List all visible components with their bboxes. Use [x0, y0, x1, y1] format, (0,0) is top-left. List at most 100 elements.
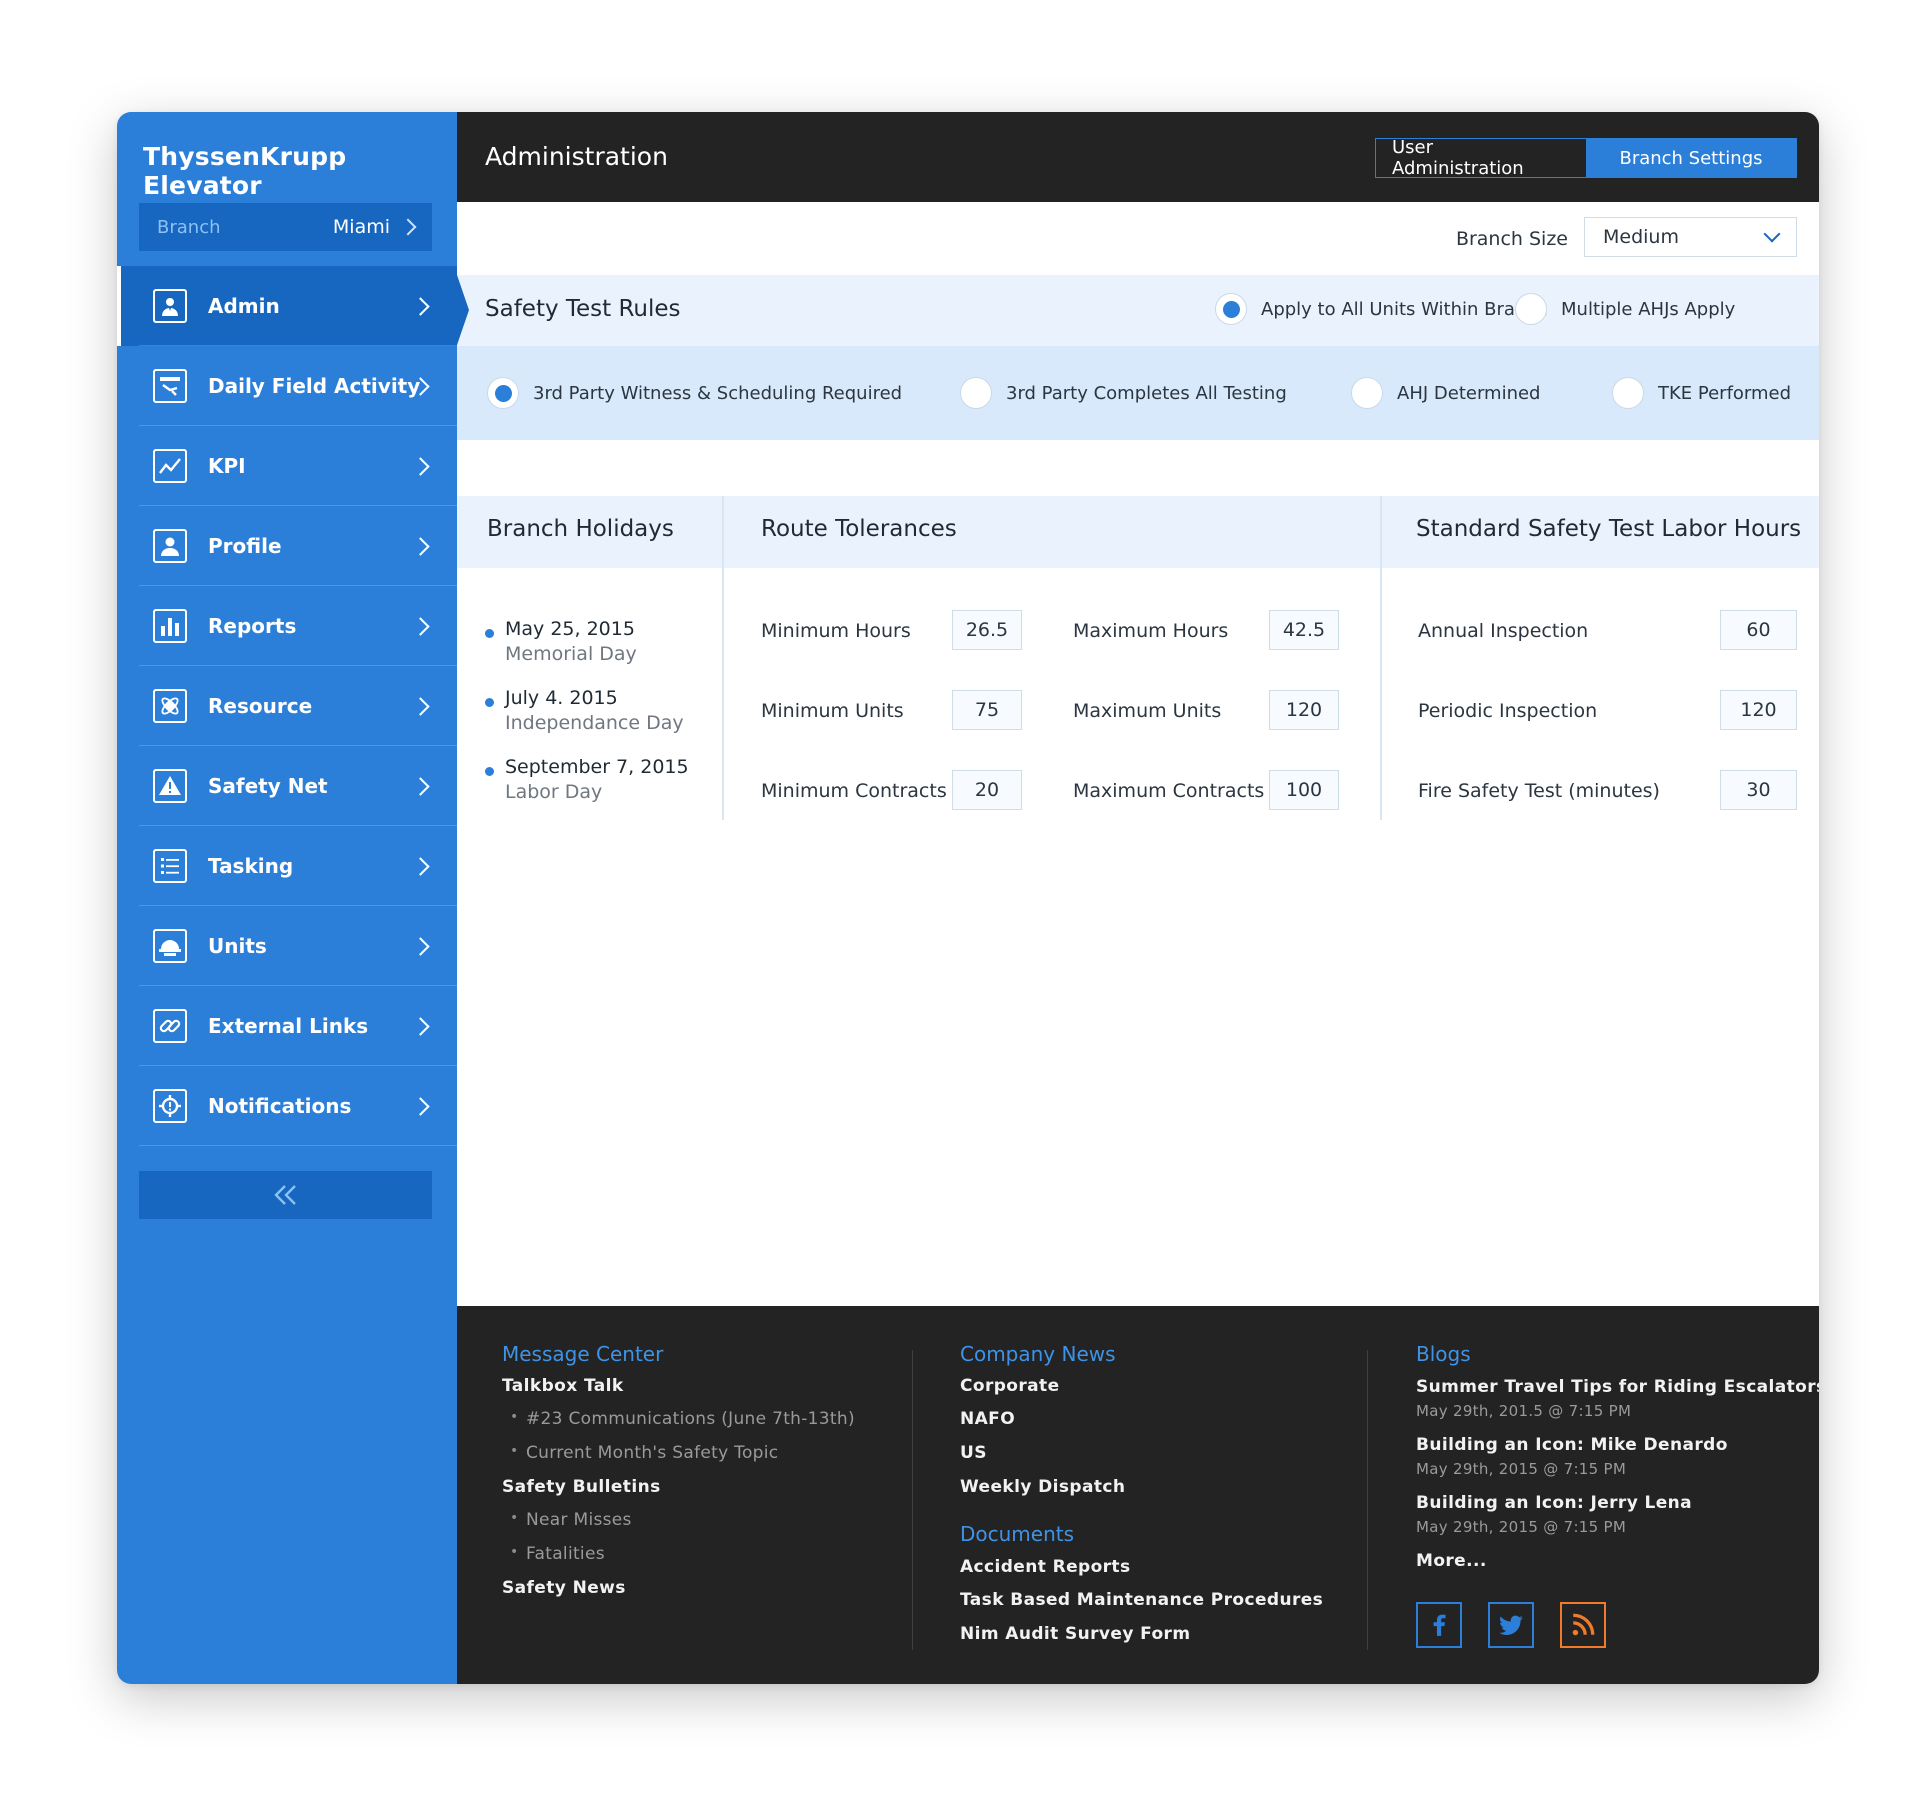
maximum-contracts-input[interactable]: 100 — [1269, 770, 1339, 810]
notification-gear-icon — [153, 1089, 187, 1123]
radio-3rd-party-witness[interactable]: 3rd Party Witness & Scheduling Required — [487, 377, 902, 409]
tab-user-administration[interactable]: User Administration — [1376, 137, 1586, 179]
maximum-contracts-label: Maximum Contracts — [1073, 780, 1265, 802]
sidebar-item-label: Tasking — [208, 854, 294, 878]
company-news-link[interactable]: NAFO — [960, 1409, 1015, 1429]
message-center-heading[interactable]: Message Center — [502, 1342, 663, 1366]
twitter-button[interactable] — [1488, 1602, 1534, 1648]
company-news-link[interactable]: Weekly Dispatch — [960, 1477, 1125, 1497]
app-window: ThyssenKrupp Elevator Branch Miami Admin… — [117, 112, 1819, 1684]
radio-multiple-ahjs[interactable]: Multiple AHJs Apply — [1515, 293, 1735, 325]
documents-heading[interactable]: Documents — [960, 1522, 1074, 1546]
blog-post-link[interactable]: Building an Icon: Jerry Lena — [1416, 1493, 1692, 1513]
radio-3rd-party-completes[interactable]: 3rd Party Completes All Testing — [960, 377, 1287, 409]
fire-safety-test-input[interactable]: 30 — [1720, 770, 1797, 810]
admin-icon — [153, 289, 187, 323]
company-news-link[interactable]: US — [960, 1443, 987, 1463]
sidebar-item-units[interactable]: Units — [117, 906, 457, 986]
bulletin-item-link[interactable]: Near Misses — [510, 1510, 632, 1530]
maximum-units-label: Maximum Units — [1073, 700, 1222, 722]
maximum-units-input[interactable]: 120 — [1269, 690, 1339, 730]
talkbox-item-link[interactable]: Current Month's Safety Topic — [510, 1443, 778, 1463]
blog-post-date: May 29th, 2015 @ 7:15 PM — [1416, 1460, 1627, 1478]
safety-test-rules-header: Safety Test Rules Apply to All Units Wit… — [457, 275, 1819, 346]
safety-test-rules-title: Safety Test Rules — [485, 296, 681, 322]
radio-ahj-determined[interactable]: AHJ Determined — [1351, 377, 1540, 409]
reports-bar-chart-icon — [153, 609, 187, 643]
sidebar-item-resource[interactable]: Resource — [117, 666, 457, 746]
collapse-sidebar-button[interactable] — [139, 1171, 432, 1219]
profile-icon — [153, 529, 187, 563]
sidebar-item-label: Profile — [208, 534, 282, 558]
sidebar-item-admin[interactable]: Admin — [117, 266, 457, 346]
sidebar-item-daily-field-activity[interactable]: Daily Field Activity — [117, 346, 457, 426]
branch-holidays-header: Branch Holidays — [457, 496, 722, 568]
radio-label: TKE Performed — [1658, 382, 1792, 404]
holiday-name: Memorial Day — [505, 643, 637, 665]
blogs-more-link[interactable]: More... — [1416, 1551, 1487, 1571]
branch-size-select[interactable]: Medium — [1584, 217, 1797, 257]
bullet — [485, 698, 494, 707]
route-tolerances-title: Route Tolerances — [761, 516, 957, 542]
rss-button[interactable] — [1560, 1602, 1606, 1648]
company-news-link[interactable]: Corporate — [960, 1376, 1060, 1396]
radio-circle — [1515, 293, 1547, 325]
radio-circle — [1351, 377, 1383, 409]
tab-branch-settings[interactable]: Branch Settings — [1586, 139, 1796, 177]
sidebar-item-reports[interactable]: Reports — [117, 586, 457, 666]
annual-inspection-input[interactable]: 60 — [1720, 610, 1797, 650]
blog-post-date: May 29th, 201.5 @ 7:15 PM — [1416, 1402, 1632, 1420]
radio-tke-performed[interactable]: TKE Performed — [1612, 377, 1791, 409]
chevron-right-icon — [399, 218, 417, 236]
minimum-units-input[interactable]: 75 — [952, 690, 1022, 730]
chevron-down-icon — [1763, 225, 1781, 243]
sidebar-item-label: Reports — [208, 614, 297, 638]
minimum-contracts-label: Minimum Contracts — [761, 780, 947, 802]
sidebar: ThyssenKrupp Elevator Branch Miami Admin… — [117, 112, 457, 1684]
branch-selector[interactable]: Branch Miami — [139, 203, 432, 251]
footer: Message Center Talkbox Talk #23 Communic… — [457, 1306, 1819, 1684]
safety-news-link[interactable]: Safety News — [502, 1578, 626, 1598]
radio-circle — [1215, 293, 1247, 325]
document-link[interactable]: Accident Reports — [960, 1557, 1130, 1577]
blog-post-link[interactable]: Building an Icon: Mike Denardo — [1416, 1435, 1728, 1455]
maximum-hours-input[interactable]: 42.5 — [1269, 610, 1339, 650]
bulletin-item-link[interactable]: Fatalities — [510, 1544, 605, 1564]
blog-post-link[interactable]: Summer Travel Tips for Riding Escalators — [1416, 1377, 1819, 1397]
sidebar-item-safety-net[interactable]: Safety Net — [117, 746, 457, 826]
double-chevron-left-icon — [273, 1185, 296, 1205]
hard-hat-icon — [153, 929, 187, 963]
radio-apply-all-units[interactable]: Apply to All Units Within Branch — [1215, 293, 1548, 325]
safety-test-options: 3rd Party Witness & Scheduling Required … — [457, 346, 1819, 440]
sidebar-item-kpi[interactable]: KPI — [117, 426, 457, 506]
chevron-right-icon — [411, 1016, 430, 1036]
sidebar-item-notifications[interactable]: Notifications — [117, 1066, 457, 1146]
sidebar-item-label: Daily Field Activity — [208, 374, 421, 398]
radio-label: AHJ Determined — [1397, 382, 1541, 404]
rss-icon — [1572, 1613, 1595, 1636]
branch-size-row: Branch Size Medium — [457, 202, 1819, 275]
list-icon — [153, 849, 187, 883]
document-link[interactable]: Nim Audit Survey Form — [960, 1624, 1190, 1644]
twitter-icon — [1499, 1615, 1523, 1635]
sidebar-item-external-links[interactable]: External Links — [117, 986, 457, 1066]
facebook-button[interactable] — [1416, 1602, 1462, 1648]
sidebar-item-tasking[interactable]: Tasking — [117, 826, 457, 906]
sidebar-item-label: Safety Net — [208, 774, 328, 798]
blogs-heading[interactable]: Blogs — [1416, 1342, 1471, 1366]
branch-holidays-title: Branch Holidays — [487, 516, 674, 542]
sidebar-item-label: Admin — [208, 294, 280, 318]
talkbox-item-link[interactable]: #23 Communications (June 7th-13th) — [510, 1409, 855, 1429]
chevron-right-icon — [411, 536, 430, 556]
route-tolerances-header: Route Tolerances — [724, 496, 1380, 568]
periodic-inspection-input[interactable]: 120 — [1720, 690, 1797, 730]
sidebar-item-profile[interactable]: Profile — [117, 506, 457, 586]
company-news-heading[interactable]: Company News — [960, 1342, 1116, 1366]
minimum-hours-input[interactable]: 26.5 — [952, 610, 1022, 650]
safety-bulletins-link[interactable]: Safety Bulletins — [502, 1477, 661, 1497]
document-link[interactable]: Task Based Maintenance Procedures — [960, 1590, 1323, 1610]
warning-icon — [153, 769, 187, 803]
footer-divider — [1367, 1350, 1368, 1650]
minimum-contracts-input[interactable]: 20 — [952, 770, 1022, 810]
talkbox-talk-link[interactable]: Talkbox Talk — [502, 1376, 624, 1396]
